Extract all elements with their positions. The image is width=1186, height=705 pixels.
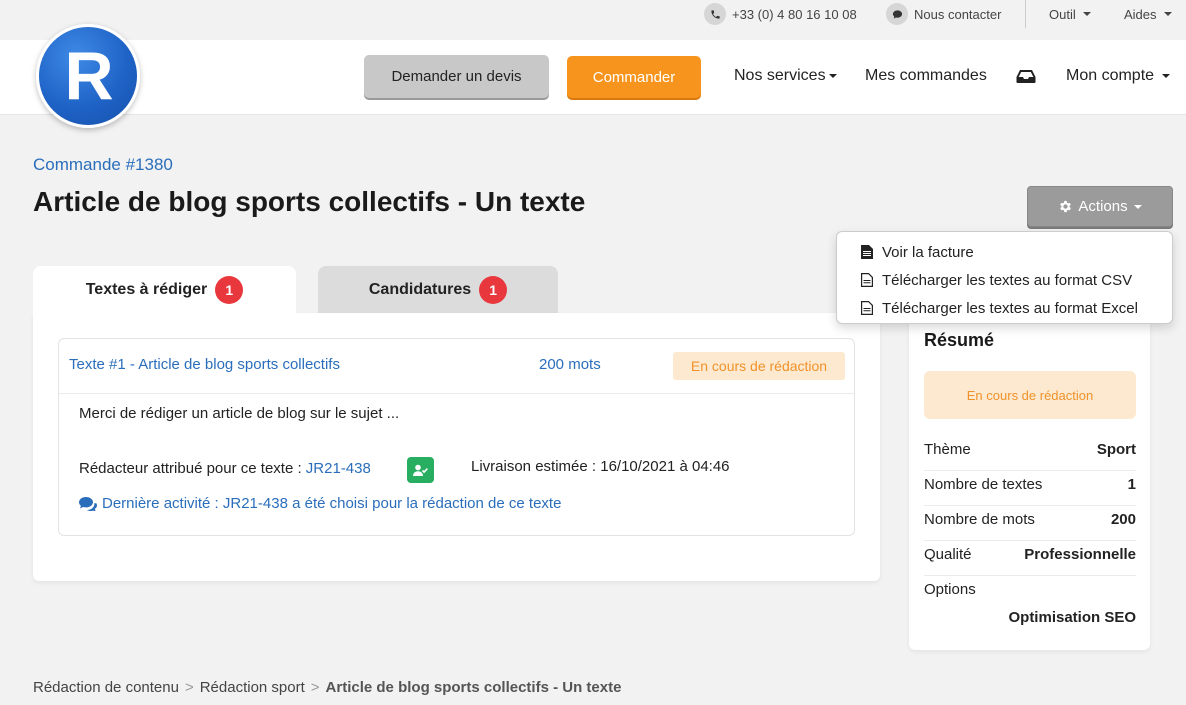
summary-label: Qualité — [924, 546, 972, 563]
chevron-down-icon — [1133, 204, 1142, 209]
summary-value: Optimisation SEO — [1008, 609, 1136, 626]
summary-value: 200 — [1110, 511, 1136, 528]
chevron-down-icon — [828, 74, 837, 78]
nav-account-label: Mon compte — [1066, 67, 1155, 84]
actions-label: Actions — [1078, 198, 1128, 215]
nav-orders[interactable]: Mes commandes — [865, 64, 987, 88]
summary-status-badge: En cours de rédaction — [924, 371, 1136, 419]
summary-row-options: Options Optimisation SEO — [924, 581, 1136, 631]
request-quote-button[interactable]: Demander un devis — [364, 55, 549, 98]
summary-label: Thème — [924, 441, 971, 458]
contact-label: Nous contacter — [914, 6, 1002, 22]
help-label: Aides — [1124, 6, 1157, 22]
tab-label: Candidatures — [368, 281, 472, 298]
contact-link[interactable]: Nous contacter — [886, 0, 1001, 28]
text-card: Texte #1 - Article de blog sports collec… — [58, 338, 855, 536]
estimated-delivery: Livraison estimée : 16/10/2021 à 04:46 — [471, 458, 730, 475]
order-number-link[interactable]: Commande #1380 — [33, 155, 173, 175]
chevron-down-icon — [1163, 12, 1172, 16]
summary-value: 1 — [1127, 476, 1136, 493]
phone-contact[interactable]: +33 (0) 4 80 16 10 08 — [704, 0, 857, 28]
summary-value: Professionnelle — [1024, 546, 1136, 563]
breadcrumb-separator: > — [310, 679, 320, 696]
phone-icon — [704, 3, 726, 25]
writer-label: Rédacteur attribué pour ce texte : — [79, 460, 306, 477]
summary-label: Nombre de mots — [924, 511, 1035, 528]
chevron-down-icon — [1082, 12, 1091, 16]
nav-orders-label: Mes commandes — [865, 67, 987, 84]
menu-item-label: Télécharger les textes au format CSV — [882, 271, 1133, 289]
text-brief: Merci de rédiger un article de blog sur … — [79, 405, 400, 422]
site-logo[interactable]: R — [36, 24, 140, 128]
tab-applications[interactable]: Candidatures 1 — [318, 266, 558, 314]
breadcrumb-item[interactable]: Rédaction de contenu — [33, 679, 179, 696]
actions-dropdown-menu: Voir la facture Télécharger les textes a… — [836, 231, 1173, 324]
summary-label: Nombre de textes — [924, 476, 1043, 493]
tab-label: Textes à rédiger — [85, 281, 208, 298]
page-title: Article de blog sports collectifs - Un t… — [33, 186, 586, 217]
divider — [924, 470, 1136, 471]
activity-text: Dernière activité : JR21-438 a été chois… — [102, 495, 562, 512]
menu-item-view-invoice[interactable]: Voir la facture — [837, 238, 1172, 266]
breadcrumb-separator: > — [184, 679, 194, 696]
chat-bubble-icon — [886, 3, 908, 25]
file-outline-icon — [861, 273, 873, 287]
topbar-divider — [1025, 0, 1026, 28]
tab-texts-to-write[interactable]: Textes à rédiger 1 — [33, 266, 296, 314]
tools-label: Outil — [1049, 6, 1076, 22]
tools-menu[interactable]: Outil — [1049, 0, 1091, 28]
nav-account[interactable]: Mon compte — [1066, 64, 1171, 88]
chevron-down-icon — [1162, 74, 1171, 78]
menu-item-label: Télécharger les textes au format Excel — [882, 299, 1138, 317]
order-button[interactable]: Commander — [567, 56, 701, 98]
last-activity-link[interactable]: Dernière activité : JR21-438 a été chois… — [79, 495, 561, 512]
top-utility-bar: +33 (0) 4 80 16 10 08 Nous contacter Out… — [0, 0, 1186, 40]
text-title-link[interactable]: Texte #1 - Article de blog sports collec… — [69, 356, 340, 373]
breadcrumb: Rédaction de contenu > Rédaction sport >… — [33, 679, 621, 696]
nav-services-label: Nos services — [734, 67, 826, 84]
summary-value: Sport — [1096, 441, 1136, 458]
status-badge: En cours de rédaction — [673, 352, 845, 380]
actions-button[interactable]: Actions — [1027, 186, 1173, 227]
count-badge: 1 — [479, 276, 508, 304]
file-outline-icon — [861, 301, 873, 315]
phone-number: +33 (0) 4 80 16 10 08 — [732, 6, 857, 22]
comments-icon — [79, 496, 97, 511]
menu-item-label: Voir la facture — [882, 243, 974, 261]
nav-services[interactable]: Nos services — [734, 64, 837, 88]
divider — [924, 575, 1136, 576]
help-menu[interactable]: Aides — [1124, 0, 1172, 28]
assigned-writer: Rédacteur attribué pour ce texte : JR21-… — [79, 460, 371, 477]
inbox-icon[interactable] — [1016, 64, 1036, 88]
divider — [924, 540, 1136, 541]
summary-panel: Résumé En cours de rédaction Thème Sport… — [909, 310, 1150, 650]
summary-title: Résumé — [924, 330, 995, 350]
text-card-header: Texte #1 - Article de blog sports collec… — [59, 339, 854, 394]
breadcrumb-item[interactable]: Rédaction sport — [200, 679, 305, 696]
gear-icon — [1060, 200, 1072, 213]
summary-label: Options — [924, 581, 976, 598]
logo-letter: R — [64, 38, 114, 114]
texts-panel: Texte #1 - Article de blog sports collec… — [33, 313, 880, 581]
divider — [924, 505, 1136, 506]
menu-item-download-excel[interactable]: Télécharger les textes au format Excel — [837, 294, 1172, 322]
count-badge: 1 — [215, 276, 244, 304]
breadcrumb-current: Article de blog sports collectifs - Un t… — [325, 679, 622, 696]
writer-id-link[interactable]: JR21-438 — [306, 460, 371, 477]
word-count: 200 mots — [539, 356, 601, 373]
menu-item-download-csv[interactable]: Télécharger les textes au format CSV — [837, 266, 1172, 294]
file-solid-icon — [861, 245, 873, 259]
user-check-icon[interactable] — [407, 457, 434, 483]
